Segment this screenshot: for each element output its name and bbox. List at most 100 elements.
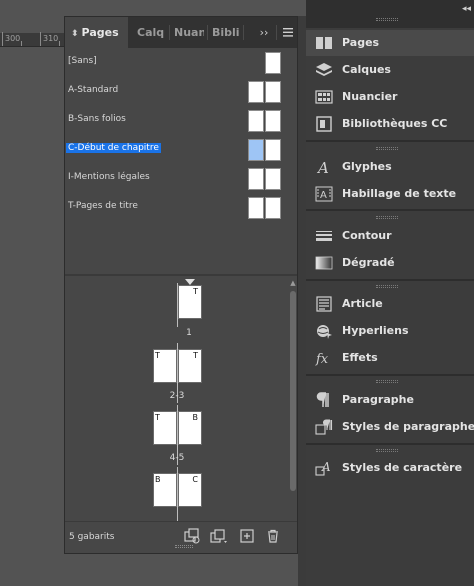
page-thumbnail[interactable]: B <box>178 411 202 445</box>
dock-item-layers[interactable]: Calques <box>306 57 474 83</box>
dock-grip[interactable] <box>376 216 398 219</box>
master-page-thumbnail-selected[interactable] <box>248 139 264 161</box>
edit-page-size-button[interactable] <box>183 528 201 546</box>
master-page-thumbnail[interactable] <box>265 197 281 219</box>
scroll-thumb[interactable] <box>290 291 296 491</box>
master-row-c-debut-de-chapitre[interactable]: C-Début de chapitre <box>65 139 285 161</box>
page-master-letter: B <box>192 413 199 422</box>
document-pages-area: T 1 T T 2-3 T B 4-5 B C <box>65 277 287 535</box>
master-row-t-pages-de-titre[interactable]: T-Pages de titre <box>65 197 285 219</box>
dock-item-pages[interactable]: Pages <box>306 30 474 56</box>
dock-item-character-styles[interactable]: A Styles de caractère <box>306 455 474 481</box>
collapse-dock-icon[interactable]: ◂◂ <box>462 4 471 14</box>
master-page-thumbnail[interactable] <box>248 81 264 103</box>
dock-item-paragraph[interactable]: Paragraphe <box>306 387 474 413</box>
dock-item-effects[interactable]: fx Effets <box>306 345 474 371</box>
master-row-i-mentions-legales[interactable]: I-Mentions légales <box>65 168 285 190</box>
dock-separator <box>306 374 474 376</box>
dock-item-article[interactable]: Article <box>306 291 474 317</box>
master-label: B-Sans folios <box>68 114 126 124</box>
page-thumbnail[interactable]: B <box>153 473 177 507</box>
master-page-thumbnail[interactable] <box>248 197 264 219</box>
pages-panel: ⬍Pages Calques Nuancier Bibliothèques CC… <box>64 16 298 554</box>
page-size-icon <box>184 528 200 544</box>
scroll-up-icon[interactable]: ▲ <box>289 279 297 287</box>
page-number: 2-3 <box>169 391 185 401</box>
tab-overflow-button[interactable]: ›› <box>257 17 271 48</box>
tab-swatches[interactable]: Nuancier <box>174 17 204 48</box>
ruler-tick <box>59 41 60 46</box>
dock-header: ◂◂ <box>306 0 474 28</box>
ruler-label: 310 <box>43 34 59 43</box>
master-page-thumbnail[interactable] <box>265 139 281 161</box>
tab-separator <box>276 25 277 40</box>
new-master-button[interactable] <box>209 528 227 546</box>
master-row-b-sans-folios[interactable]: B-Sans folios <box>65 110 285 132</box>
dock-label: Article <box>342 297 383 310</box>
dock-separator <box>306 209 474 211</box>
dock-grip[interactable] <box>376 449 398 452</box>
swatches-icon <box>315 90 333 104</box>
page-thumbnail[interactable]: T <box>153 349 177 383</box>
dock-grip[interactable] <box>376 380 398 383</box>
dock-item-swatches[interactable]: Nuancier <box>306 84 474 110</box>
dock-grip[interactable] <box>376 285 398 288</box>
tab-label: Pages <box>81 26 119 39</box>
master-page-thumbnail[interactable] <box>248 110 264 132</box>
master-page-thumbnail[interactable] <box>265 110 281 132</box>
master-page-thumbnail[interactable] <box>265 168 281 190</box>
panel-dock: ◂◂ Pages Calques Nuancier Bibliothèques … <box>306 0 474 586</box>
dock-item-hyperlinks[interactable]: Hyperliens <box>306 318 474 344</box>
ruler-label: 300 <box>5 34 21 43</box>
masters-count: 5 gabarits <box>69 532 115 542</box>
tab-pages[interactable]: ⬍ Pages <box>65 17 128 48</box>
master-label: I-Mentions légales <box>68 172 150 182</box>
ruler-tick <box>40 32 41 46</box>
dock-grip[interactable] <box>376 147 398 150</box>
master-page-thumbnail[interactable] <box>248 168 264 190</box>
page-thumbnail[interactable]: C <box>178 473 202 507</box>
page-master-letter: C <box>192 475 198 484</box>
dock-label: Glyphes <box>342 160 392 173</box>
panel-gutter <box>298 16 306 586</box>
horizontal-ruler: 300 310 <box>0 32 64 47</box>
page-thumbnail[interactable]: T <box>153 411 177 445</box>
dock-label: Styles de paragraphe <box>342 420 474 433</box>
dock-item-cc-libraries[interactable]: Bibliothèques CC <box>306 111 474 137</box>
master-page-thumbnail[interactable] <box>265 52 281 74</box>
tab-separator <box>169 25 170 40</box>
pages-scrollbar[interactable]: ▲ ▼ <box>289 279 297 529</box>
dock-item-gradient[interactable]: Dégradé <box>306 250 474 276</box>
panel-resize-grip[interactable] <box>175 545 193 548</box>
dock-label: Dégradé <box>342 256 395 269</box>
panel-menu-button[interactable] <box>280 17 296 48</box>
paragraph-styles-icon <box>315 419 333 435</box>
page-master-letter: T <box>193 351 198 360</box>
text-wrap-icon: A <box>315 186 333 202</box>
master-pages-list: [Sans] A-Standard B-Sans folios C-Début … <box>65 49 297 274</box>
dock-item-text-wrap[interactable]: A Habillage de texte <box>306 181 474 207</box>
dock-item-glyphs[interactable]: A Glyphes <box>306 154 474 180</box>
dock-label: Hyperliens <box>342 324 409 337</box>
page-master-letter: T <box>193 287 198 296</box>
page-master-letter: B <box>155 475 161 484</box>
page-thumbnail[interactable]: T <box>178 349 202 383</box>
gradient-icon <box>315 256 333 270</box>
master-row-a-standard[interactable]: A-Standard <box>65 81 285 103</box>
dock-item-stroke[interactable]: Contour <box>306 223 474 249</box>
master-page-thumbnail[interactable] <box>265 81 281 103</box>
new-page-button[interactable] <box>239 528 257 546</box>
master-row-none[interactable]: [Sans] <box>65 52 285 74</box>
dock-grip[interactable] <box>376 18 398 21</box>
tab-cc-libraries[interactable]: Bibliothèques CC <box>212 17 240 48</box>
dock-item-paragraph-styles[interactable]: Styles de paragraphe <box>306 414 474 440</box>
page-number: 1 <box>186 328 192 338</box>
dock-label: Nuancier <box>342 90 398 103</box>
delete-page-button[interactable] <box>265 528 283 546</box>
tab-separator <box>243 25 244 40</box>
page-thumbnail[interactable]: T <box>178 285 202 319</box>
master-label: [Sans] <box>68 56 97 66</box>
dock-label: Paragraphe <box>342 393 414 406</box>
tab-layers[interactable]: Calques <box>137 17 165 48</box>
panel-divider[interactable] <box>65 274 297 276</box>
